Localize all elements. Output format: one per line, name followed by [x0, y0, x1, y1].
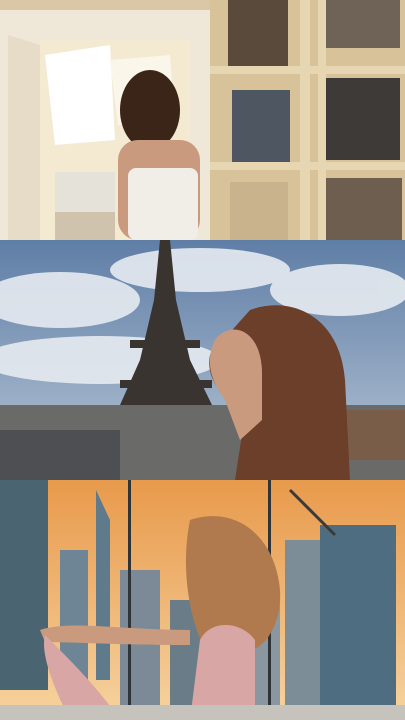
shelf-divider [300, 0, 310, 240]
shelf-divider-2 [318, 0, 326, 240]
window-frame [128, 480, 131, 720]
kitchen-counter [55, 212, 115, 240]
white-top [128, 168, 198, 240]
photo-panel-room [0, 0, 405, 240]
rooftop-building [0, 430, 120, 480]
hair [120, 70, 180, 150]
door [8, 35, 40, 240]
eiffel-photo [0, 240, 405, 480]
floor [0, 705, 405, 720]
skylight-window [45, 45, 115, 145]
photo-panel-skyline [0, 480, 405, 720]
room-photo [0, 0, 405, 240]
kitchen-tiles [55, 172, 115, 212]
photo-panel-eiffel [0, 240, 405, 480]
photo-collage [0, 0, 405, 720]
skyline-photo [0, 480, 405, 720]
